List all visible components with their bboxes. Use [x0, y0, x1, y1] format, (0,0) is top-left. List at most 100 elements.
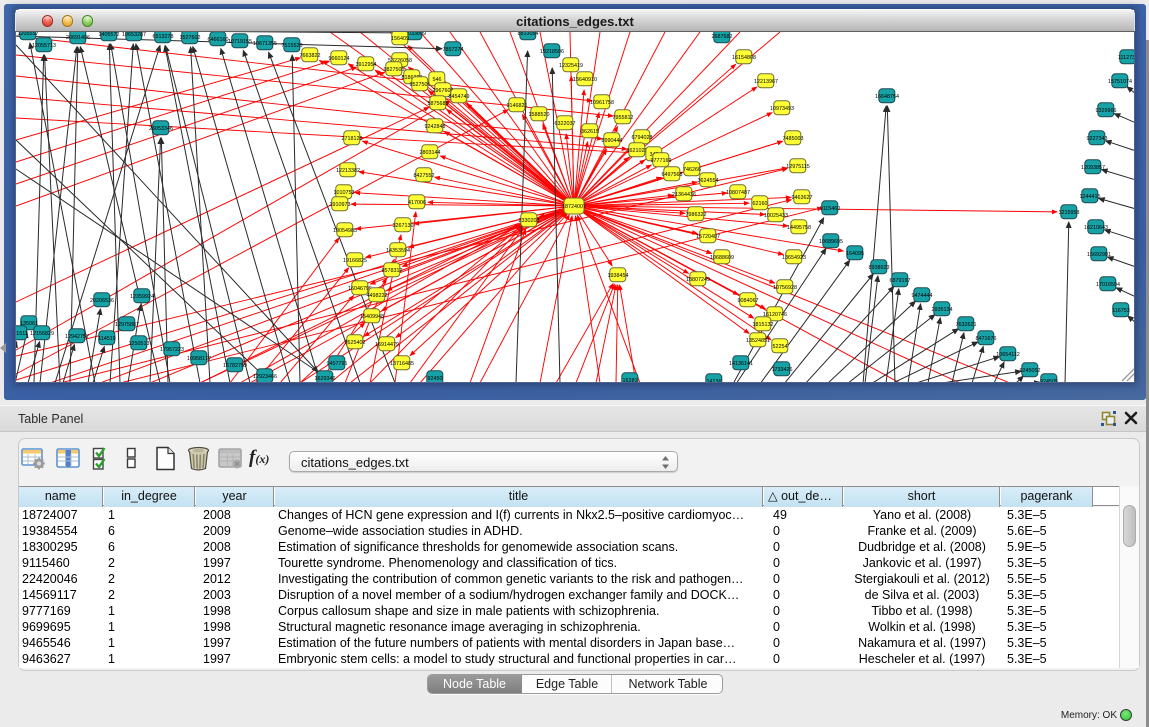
svg-text:2935134: 2935134 [932, 307, 953, 313]
svg-text:2718126: 2718126 [342, 136, 363, 142]
svg-text:6322037: 6322037 [555, 121, 576, 127]
svg-text:546: 546 [433, 77, 442, 83]
svg-text:8938923: 8938923 [869, 265, 890, 271]
svg-text:62160: 62160 [753, 201, 768, 207]
svg-text:13716485: 13716485 [390, 361, 414, 367]
svg-text:1250513: 1250513 [129, 341, 150, 347]
svg-text:10654112: 10654112 [996, 352, 1020, 358]
svg-text:13524851: 13524851 [746, 338, 770, 344]
svg-text:6879197: 6879197 [890, 278, 911, 284]
svg-text:8578312: 8578312 [382, 268, 403, 274]
svg-text:13654923: 13654923 [782, 255, 806, 261]
svg-text:17016504: 17016504 [1096, 282, 1120, 288]
svg-text:1733426: 1733426 [772, 367, 793, 373]
svg-text:12923466: 12923466 [253, 374, 277, 380]
svg-text:14136141: 14136141 [729, 361, 753, 367]
svg-text:9457791: 9457791 [327, 361, 348, 367]
svg-text:16648754: 16648754 [875, 94, 899, 100]
svg-text:2330203: 2330203 [519, 218, 540, 224]
svg-text:15640910: 15640910 [573, 77, 597, 83]
svg-text:4498222: 4498222 [367, 293, 388, 299]
svg-text:15751074: 15751074 [1108, 79, 1132, 85]
svg-text:16154808: 16154808 [732, 55, 756, 61]
svg-text:12213382: 12213382 [336, 168, 360, 174]
svg-text:9245052: 9245052 [1020, 368, 1041, 374]
svg-text:92450: 92450 [428, 376, 443, 382]
svg-text:3215958: 3215958 [1059, 210, 1080, 216]
svg-text:19218506: 19218506 [540, 49, 564, 55]
svg-text:9463627: 9463627 [792, 195, 813, 201]
svg-text:2687682: 2687682 [712, 34, 733, 40]
svg-text:6513278: 6513278 [153, 34, 174, 40]
svg-text:7515526: 7515526 [282, 43, 303, 49]
svg-text:17957223: 17957223 [160, 347, 184, 353]
svg-text:15692901: 15692901 [1087, 252, 1111, 258]
svg-text:1621022: 1621022 [627, 148, 648, 154]
svg-text:52254: 52254 [773, 344, 788, 350]
svg-text:114519: 114519 [98, 336, 116, 342]
svg-text:9242848: 9242848 [425, 124, 446, 130]
svg-text:391511: 391511 [16, 331, 28, 337]
svg-text:14495758: 14495758 [787, 225, 811, 231]
svg-text:1910973: 1910973 [330, 202, 351, 208]
svg-text:10688609: 10688609 [710, 255, 734, 261]
svg-text:1205557: 1205557 [18, 32, 39, 37]
svg-text:7663822: 7663822 [300, 53, 321, 59]
svg-text:10756928: 10756928 [773, 285, 797, 291]
svg-text:14136: 14136 [707, 379, 722, 382]
svg-text:10653287: 10653287 [122, 32, 146, 38]
svg-text:16914479: 16914479 [375, 342, 399, 348]
svg-text:1112734: 1112734 [1118, 55, 1134, 61]
svg-text:9527505: 9527505 [410, 82, 431, 88]
svg-text:8427552: 8427552 [414, 173, 435, 179]
svg-text:3624554: 3624554 [698, 178, 719, 184]
svg-text:6497568: 6497568 [662, 172, 683, 178]
svg-text:9777169: 9777169 [651, 158, 672, 164]
svg-text:10689695: 10689695 [819, 239, 843, 245]
svg-text:14353594: 14353594 [386, 248, 410, 254]
svg-text:7955812: 7955812 [613, 115, 634, 121]
svg-text:116753: 116753 [1112, 308, 1130, 314]
svg-text:156409: 156409 [391, 36, 409, 42]
svg-text:10961758: 10961758 [590, 100, 614, 106]
svg-text:9146821: 9146821 [507, 103, 528, 109]
svg-text:20691406: 20691406 [66, 35, 90, 41]
svg-text:8990444: 8990444 [602, 138, 623, 144]
svg-text:1244415: 1244415 [1080, 194, 1101, 200]
svg-text:12213967: 12213967 [754, 79, 778, 85]
svg-text:9660124: 9660124 [329, 56, 350, 62]
svg-text:2803144: 2803144 [420, 150, 441, 156]
svg-text:7986322: 7986322 [686, 212, 707, 218]
svg-text:12325419: 12325419 [559, 63, 583, 69]
svg-text:26053346: 26053346 [149, 126, 173, 132]
svg-text:9084067: 9084067 [738, 298, 759, 304]
svg-text:1938454: 1938454 [608, 273, 629, 279]
svg-text:12156829: 12156829 [30, 331, 54, 337]
svg-text:5875685: 5875685 [428, 101, 449, 107]
svg-text:362615: 362615 [581, 129, 599, 135]
svg-text:7857274: 7857274 [443, 47, 464, 53]
svg-text:1815132: 1815132 [753, 322, 774, 328]
svg-text:8471676: 8471676 [976, 336, 997, 342]
svg-text:9827505: 9827505 [384, 67, 405, 73]
svg-text:12055713: 12055713 [32, 43, 56, 49]
svg-text:8454749: 8454749 [449, 94, 470, 100]
svg-text:12942757: 12942757 [65, 334, 89, 340]
svg-text:9329966: 9329966 [1096, 108, 1117, 114]
svg-text:10807487: 10807487 [726, 190, 750, 196]
svg-text:10671355: 10671355 [253, 41, 277, 47]
svg-text:7632621: 7632621 [956, 322, 977, 328]
svg-text:16782759: 16782759 [223, 363, 247, 369]
svg-text:19054985: 19054985 [333, 228, 357, 234]
svg-text:1588520: 1588520 [529, 112, 550, 118]
svg-text:15720407: 15720407 [696, 234, 720, 240]
svg-text:20206536: 20206536 [90, 298, 114, 304]
svg-text:12093857: 12093857 [1081, 165, 1105, 171]
svg-text:1629346: 1629346 [315, 376, 336, 382]
svg-text:6466160: 6466160 [208, 37, 229, 43]
svg-text:10025433: 10025433 [764, 213, 788, 219]
svg-text:12359924: 12359924 [130, 294, 154, 300]
svg-text:746266: 746266 [683, 167, 701, 173]
svg-text:12975115: 12975115 [786, 164, 810, 170]
svg-text:1010753: 1010753 [334, 190, 355, 196]
